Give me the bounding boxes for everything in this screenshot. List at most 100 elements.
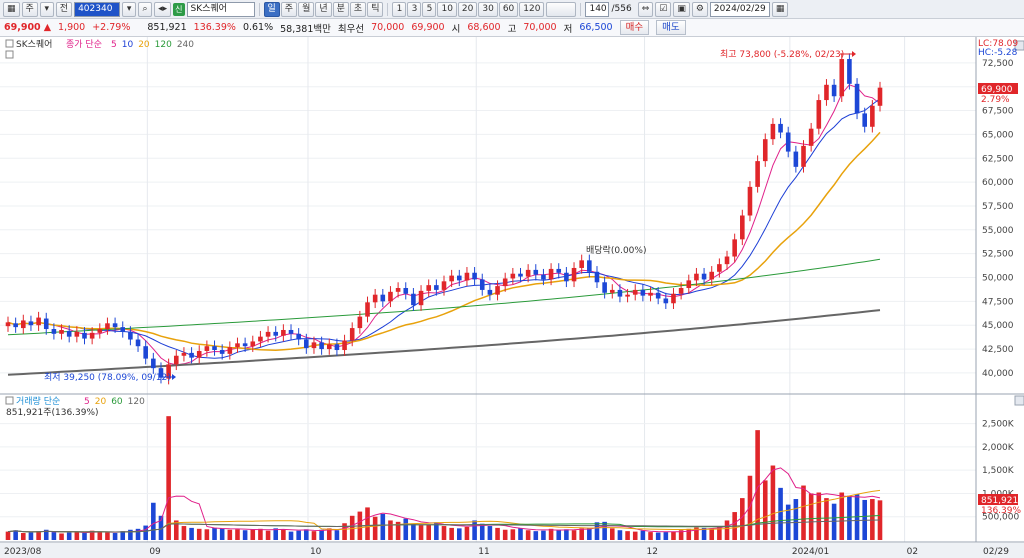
volume-bar (311, 531, 317, 540)
volume-bar (380, 513, 386, 540)
candle-body (426, 285, 431, 291)
volume-bar (426, 524, 431, 540)
candle-body (617, 289, 623, 297)
candle-body (877, 87, 883, 106)
candle-body (831, 84, 837, 97)
volume-ratio: 136.39% (193, 22, 236, 33)
prev-next-icon[interactable]: ◂▸ (154, 1, 172, 17)
candle-body (602, 282, 607, 293)
count-input[interactable]: 140 (585, 1, 610, 17)
volume-bar (204, 529, 210, 540)
volume-bar (411, 523, 416, 540)
trade-amount: 58,381백만 (280, 23, 331, 35)
candle-body (135, 339, 141, 347)
buy-button[interactable]: 매수 (619, 20, 650, 35)
period-button[interactable]: 분 (332, 1, 349, 17)
candle-body (740, 215, 745, 240)
volume-bar (388, 520, 393, 540)
candle-body (479, 279, 485, 290)
candle-body (349, 328, 355, 341)
candle-body (556, 268, 562, 273)
code-dropdown-icon[interactable]: ▾ (122, 1, 137, 17)
stock-chart[interactable]: SK스퀘어 종가 단순 5 10 20 120 240 LC:78.09 HC:-5.2… (0, 37, 1024, 558)
candle-body (778, 123, 783, 133)
type-select[interactable]: 주 (21, 1, 38, 17)
volume-bar (242, 530, 248, 540)
interval-button-group: 1 3 5 10 20 30 60 120 (392, 1, 545, 17)
current-price-tag-text: 69,900 (981, 85, 1013, 95)
period-button[interactable]: 년 (315, 1, 332, 17)
low-label: 저 (563, 23, 573, 35)
price-tick-label: 50,000 (982, 274, 1014, 284)
date-input[interactable]: 2024/02/29 (709, 1, 770, 17)
volume-bar (457, 528, 462, 540)
annotation-high-text: 최고 73,800 (-5.28%, 02/23) (720, 49, 844, 60)
candle-body (304, 339, 309, 349)
candle-body (502, 278, 508, 287)
candle-body (717, 264, 722, 272)
candle-body (143, 346, 148, 359)
interval-input[interactable] (546, 1, 577, 17)
candle-body (296, 333, 301, 340)
stock-name-field[interactable]: SK스퀘어 (186, 1, 255, 17)
type-dropdown-icon[interactable]: ▾ (39, 1, 54, 17)
volume-bar (151, 502, 156, 540)
candle-body (847, 59, 852, 84)
candle-body (541, 274, 546, 280)
price-tick-label: 40,000 (982, 369, 1014, 379)
interval-button[interactable]: 30 (478, 1, 498, 17)
interval-button[interactable]: 120 (519, 1, 545, 17)
interval-button[interactable]: 20 (457, 1, 478, 17)
checkbox-icon[interactable]: ☑ (655, 1, 672, 17)
candle-body (235, 343, 240, 348)
period-button[interactable]: 틱 (367, 1, 384, 17)
candle-body (533, 269, 539, 275)
candle-body (204, 346, 210, 351)
volume-bar (594, 522, 600, 540)
price-tick-label: 60,000 (982, 178, 1014, 188)
volume-bar (166, 416, 171, 540)
sell-button[interactable]: 매도 (656, 20, 686, 35)
candle-body (518, 273, 523, 277)
chart-menu-button[interactable]: ▦ (3, 1, 20, 17)
volume-bar (196, 528, 202, 540)
volume-bar (770, 465, 776, 540)
legend-stock-name: SK스퀘어 (16, 39, 52, 50)
interval-button[interactable]: 1 (392, 1, 407, 17)
count-total: /556 (611, 4, 632, 14)
open-price: 68,600 (467, 22, 501, 33)
exchange-select[interactable]: 전 (55, 1, 73, 17)
volume-bar (464, 526, 470, 540)
new-listing-badge: 신 (173, 2, 185, 16)
interval-button[interactable]: 60 (498, 1, 519, 17)
volume-bar (449, 527, 454, 540)
volume-bar (847, 495, 852, 540)
code-input[interactable]: 402340 (74, 1, 121, 17)
save-icon[interactable]: ▣ (673, 1, 690, 17)
zoom-icon[interactable]: ⇔ (637, 1, 654, 17)
volume-bar (816, 492, 822, 540)
period-button[interactable]: 월 (298, 1, 315, 17)
x-axis-label: 2023/08 (4, 547, 42, 557)
candle-body (372, 294, 378, 303)
volume-tag-text: 851,921 (981, 496, 1018, 506)
volume-legend-label: 거래량 단순 (16, 395, 60, 407)
period-button[interactable]: 주 (280, 1, 298, 17)
pane-resize-handle[interactable] (1014, 395, 1024, 406)
gear-icon[interactable]: ⚙ (691, 1, 708, 17)
interval-button[interactable]: 5 (422, 1, 437, 17)
period-button[interactable]: 초 (349, 1, 367, 17)
interval-button[interactable]: 3 (407, 1, 422, 17)
divider (258, 2, 260, 16)
calendar-icon[interactable]: ▦ (771, 1, 789, 17)
candle-body (265, 331, 271, 337)
candle-body (97, 329, 103, 333)
candle-body (525, 269, 531, 277)
best-quote-label: 최우선 (337, 23, 365, 35)
candle-body (495, 286, 500, 295)
candle-body (694, 273, 699, 281)
candle-body (128, 331, 133, 340)
interval-button[interactable]: 10 (437, 1, 457, 17)
period-button[interactable]: 일 (263, 1, 280, 17)
search-icon[interactable]: ⌕ (138, 1, 153, 17)
